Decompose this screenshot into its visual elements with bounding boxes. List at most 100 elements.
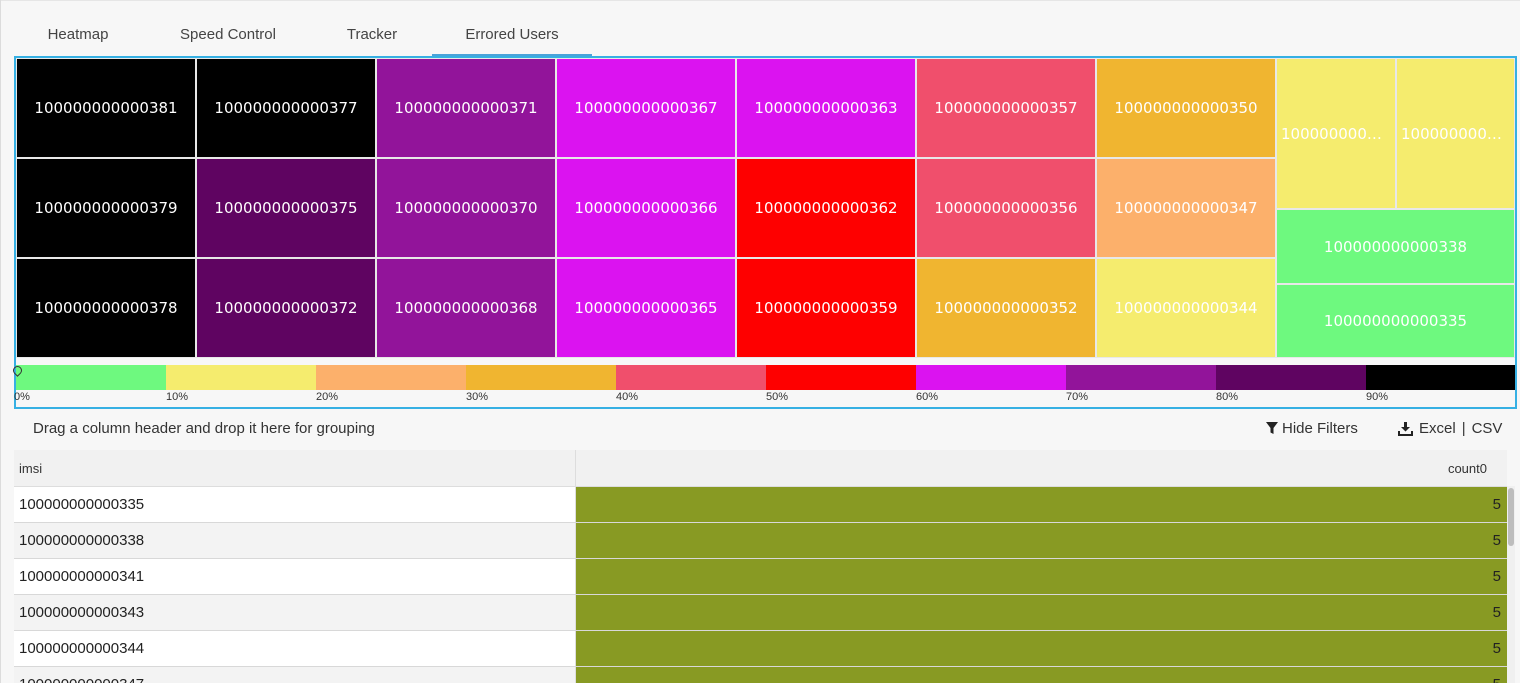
heatmap-cell-label: 100000000000379: [34, 199, 178, 217]
heatmap-cell[interactable]: 100000000000368: [376, 258, 556, 358]
heatmap-cell[interactable]: 100000000000362: [736, 158, 916, 258]
heatmap-cell-label: 100000000000366: [574, 199, 718, 217]
heatmap-cell[interactable]: 100000000000381: [16, 58, 196, 158]
legend-segment: [16, 365, 166, 390]
table-row[interactable]: 100000000000341 5: [14, 559, 1507, 595]
column-header-imsi[interactable]: imsi: [14, 450, 576, 486]
export-tools: Excel | CSV: [1398, 420, 1502, 437]
column-header-count0[interactable]: count0: [576, 450, 1507, 486]
legend-tick-label: 30%: [466, 391, 489, 403]
heatmap-cell[interactable]: 100000000000344: [1096, 258, 1276, 358]
legend-tick-label: 0%: [14, 391, 30, 403]
legend-segment: [466, 365, 616, 390]
imsi-cell: 100000000000341: [14, 559, 576, 594]
export-excel-link[interactable]: Excel: [1419, 420, 1456, 437]
heatmap-cell-label: 100000000000365: [574, 299, 718, 317]
heatmap-cell-label: 100000000000370: [394, 199, 538, 217]
table-row[interactable]: 1000000000003475: [14, 667, 1507, 683]
window-top-edge: [0, 0, 1520, 1]
count-cell: 5: [576, 487, 1507, 522]
errored-users-heatmap: 100000000000381 100000000000377 1000000000…: [11, 56, 1517, 409]
grid-scrollbar[interactable]: [1507, 486, 1515, 683]
export-separator: |: [1461, 420, 1466, 437]
imsi-cell: 100000000000344: [14, 631, 576, 666]
legend-tick-label: 90%: [1366, 391, 1389, 403]
heatmap-cell[interactable]: 100000000000365: [556, 258, 736, 358]
heatmap-cell[interactable]: 100000000000350: [1096, 58, 1276, 158]
legend-tick-label: 40%: [616, 391, 639, 403]
heatmap-cell[interactable]: 100000000000359: [736, 258, 916, 358]
heatmap-cell-label: 100000000000368: [394, 299, 538, 317]
heatmap-cell[interactable]: 100000000000379: [16, 158, 196, 258]
legend-segment: [1366, 365, 1515, 390]
heatmap-cell[interactable]: 100000000000363: [736, 58, 916, 158]
group-drop-hint: Drag a column header and drop it here fo…: [33, 420, 375, 437]
heatmap-cell-label: 100000000000359: [754, 299, 898, 317]
heatmap-cell-label: 100000000000357: [934, 99, 1078, 117]
count-cell: 5: [576, 667, 1507, 683]
legend-segment: [616, 365, 766, 390]
heatmap-cell[interactable]: 100000000000338: [1276, 209, 1515, 284]
count-cell: 5: [576, 631, 1507, 666]
table-row[interactable]: 100000000000338 5: [14, 523, 1507, 559]
heatmap-cell-label: 100000000000367: [574, 99, 718, 117]
tab-heatmap[interactable]: Heatmap: [14, 16, 142, 54]
heatmap-cell[interactable]: 100000000000371: [376, 58, 556, 158]
heatmap-cell-label: 100000000000372: [214, 299, 358, 317]
tab-speed-control[interactable]: Speed Control: [164, 16, 292, 54]
heatmap-cell[interactable]: 100000000000...: [1276, 58, 1396, 209]
heatmap-cell-label: 100000000000338: [1323, 237, 1468, 256]
heatmap-cell[interactable]: 100000000000352: [916, 258, 1096, 358]
window-left-edge: [0, 0, 1, 683]
heatmap-cell[interactable]: 100000000000370: [376, 158, 556, 258]
imsi-cell: 100000000000335: [14, 487, 576, 522]
count-cell: 5: [576, 523, 1507, 558]
tab-tracker[interactable]: Tracker: [314, 16, 430, 54]
heatmap-cell[interactable]: 100000000000367: [556, 58, 736, 158]
color-legend: 0% 10% 20% 30% 40% 50% 60% 70% 80% 90%: [11, 364, 1515, 405]
heatmap-cell[interactable]: 100000000000357: [916, 58, 1096, 158]
legend-segment: [166, 365, 316, 390]
grid-scroll-thumb[interactable]: [1508, 488, 1514, 546]
legend-segment: [316, 365, 466, 390]
download-icon: [1398, 421, 1413, 436]
hide-filters-button[interactable]: Hide Filters: [1266, 420, 1358, 437]
imsi-cell: 100000000000338: [14, 523, 576, 558]
heatmap-cell-label: 100000000000363: [754, 99, 898, 117]
table-row[interactable]: 100000000000343 5: [14, 595, 1507, 631]
heatmap-cell-label: 100000000000375: [214, 199, 358, 217]
legend-segment: [916, 365, 1066, 390]
heatmap-cell[interactable]: 100000000000372: [196, 258, 376, 358]
legend-segment: [1066, 365, 1216, 390]
errored-users-grid: imsi count0 100000000000335 5 100000000000…: [14, 450, 1507, 683]
heatmap-cell[interactable]: 100000000000377: [196, 58, 376, 158]
legend-tick-label: 20%: [316, 391, 339, 403]
count-cell: 5: [576, 595, 1507, 630]
grid-header: imsi count0: [14, 450, 1507, 487]
heatmap-cell[interactable]: 100000000000...: [1396, 58, 1515, 209]
imsi-cell: 100000000000347: [14, 667, 576, 683]
grouping-bar[interactable]: Drag a column header and drop it here fo…: [14, 412, 1513, 448]
legend-segment: [1216, 365, 1366, 390]
heatmap-cell-label: 100000000000378: [34, 299, 178, 317]
legend-tick-label: 60%: [916, 391, 939, 403]
legend-tick-label: 50%: [766, 391, 789, 403]
heatmap-cell[interactable]: 100000000000378: [16, 258, 196, 358]
table-row[interactable]: 100000000000344 5: [14, 631, 1507, 667]
hide-filters-label: Hide Filters: [1282, 420, 1358, 437]
heatmap-cell-label: 100000000000350: [1114, 99, 1258, 117]
heatmap-cell[interactable]: 100000000000366: [556, 158, 736, 258]
legend-tick-label: 10%: [166, 391, 189, 403]
heatmap-cell-label: 100000000000...: [1281, 124, 1391, 143]
heatmap-cell[interactable]: 100000000000356: [916, 158, 1096, 258]
heatmap-cell-label: 100000000000352: [934, 299, 1078, 317]
table-row[interactable]: 100000000000335 5: [14, 487, 1507, 523]
tab-errored-users[interactable]: Errored Users: [432, 16, 592, 56]
legend-tick-label: 70%: [1066, 391, 1089, 403]
heatmap-cell[interactable]: 100000000000335: [1276, 284, 1515, 358]
heatmap-cell-label: 100000000000362: [754, 199, 898, 217]
heatmap-cell-label: 100000000000335: [1323, 312, 1468, 330]
export-csv-link[interactable]: CSV: [1472, 420, 1503, 437]
heatmap-cell[interactable]: 100000000000375: [196, 158, 376, 258]
heatmap-cell[interactable]: 100000000000347: [1096, 158, 1276, 258]
